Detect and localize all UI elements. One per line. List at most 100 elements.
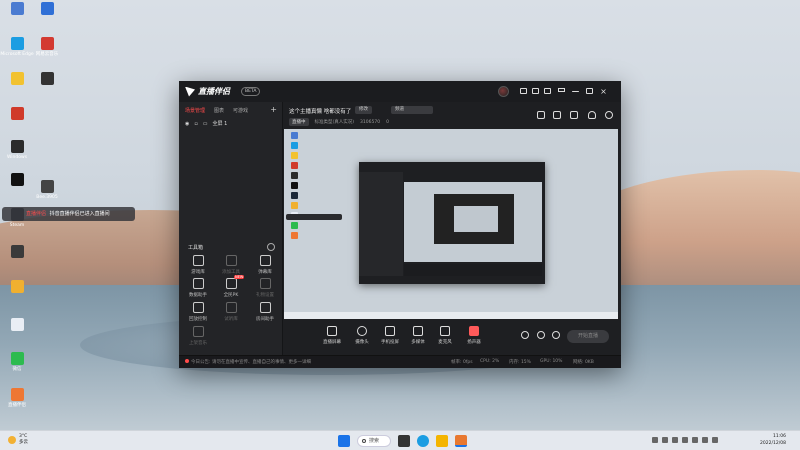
settings-icon[interactable] (543, 87, 552, 96)
system-tray[interactable] (652, 437, 718, 443)
desktop-icon[interactable] (0, 2, 34, 17)
taskbar-clock[interactable]: 11:06 2022/12/08 (760, 433, 786, 447)
camera-icon (357, 326, 367, 336)
minimize-icon[interactable] (571, 87, 580, 96)
announcement[interactable]: 今日公告: 请勿在直播中宣传、直播自己的事情、更多一详细 (185, 359, 311, 365)
control-mic-button[interactable]: 麦克风 (430, 326, 460, 345)
start-icon[interactable] (338, 435, 350, 447)
stream-title[interactable]: 这个主播真懒 啥都没有了 (289, 107, 351, 115)
user-avatar[interactable] (498, 86, 509, 97)
tool-label: 数据助手 (189, 293, 207, 298)
control-camera-button[interactable]: 摄像头 (347, 326, 377, 345)
status-bar: 今日公告: 请勿在直播中宣传、直播自己的事情、更多一详细 帧率: 0fps CPU… (179, 355, 621, 368)
control-label: 摄像头 (355, 340, 369, 345)
effects-icon[interactable] (535, 331, 547, 342)
likes-count: 0 (386, 119, 389, 125)
tool-item[interactable]: 试听库 (215, 302, 247, 322)
maximize-icon[interactable] (585, 87, 594, 96)
status-stat: 网络: 0KB (573, 360, 594, 365)
status-stat: 帧率: 0fps (451, 360, 473, 365)
weather-desc: 多云 (19, 440, 28, 445)
desktop-icon[interactable]: 网易云音乐 (30, 37, 64, 57)
preview-notification (286, 214, 342, 220)
lock-icon[interactable]: ▫ (194, 121, 197, 127)
taskbar-search[interactable]: 搜索 (357, 435, 391, 447)
tool-label: 房间助手 (256, 317, 274, 322)
desktop-notification[interactable]: 直播伴侣 抖音直播伴侣已进入直播间 (2, 207, 135, 221)
desktop-icon[interactable]: 微信 (0, 352, 34, 372)
desktop-icon[interactable]: Microsoft Edge (0, 37, 34, 57)
task-view-icon[interactable] (398, 435, 410, 447)
toolbox-toggle-icon[interactable] (267, 243, 275, 251)
desktop-icon[interactable]: Windows (0, 140, 34, 160)
scene-item[interactable]: ◉ ▫ ▭ 全屏 1 (185, 120, 227, 128)
tool-item[interactable]: 添加工具 (215, 255, 247, 275)
tool-icon (192, 302, 204, 313)
desktop-app-icon (10, 140, 24, 153)
share-icon[interactable] (605, 111, 613, 119)
eye-icon[interactable]: ◉ (185, 121, 189, 127)
logo-mark-icon (185, 86, 195, 97)
desktop-icon[interactable]: 直播伴侣 (0, 388, 34, 408)
weather-widget[interactable]: 3°C 多云 (8, 434, 28, 446)
tool-item[interactable]: NEW 全民PK (215, 275, 247, 298)
desktop-icon[interactable] (0, 318, 34, 333)
desktop-icon[interactable] (0, 245, 34, 260)
control-label: 扬声器 (467, 340, 481, 345)
control-speaker-button[interactable]: 扬声器 (459, 326, 489, 345)
chest-icon[interactable] (553, 111, 561, 119)
control-media-button[interactable]: 多媒体 (403, 326, 433, 345)
tool-item[interactable]: 回放控制 (182, 302, 214, 322)
gear-icon[interactable] (550, 331, 562, 342)
tool-item[interactable]: 上架音乐 (182, 326, 214, 346)
desktop-icon-label: 直播伴侣 (8, 403, 26, 408)
desktop-icon[interactable] (0, 72, 34, 87)
preview-desktop-icons (287, 132, 301, 242)
desktop-icon[interactable] (30, 2, 64, 17)
control-phone-button[interactable]: 手机投屏 (375, 326, 405, 345)
desktop-icon-label: Bee.3905 (36, 195, 58, 200)
tool-icon (225, 255, 237, 266)
file-explorer-icon[interactable] (436, 435, 448, 447)
desktop-app-icon (10, 352, 24, 365)
control-screen-button[interactable]: 直播屏幕 (317, 326, 347, 345)
lock-icon[interactable] (570, 111, 578, 119)
bell-icon[interactable] (588, 111, 596, 119)
tool-label: 礼物设置 (256, 293, 274, 298)
message-icon[interactable] (519, 87, 528, 96)
screen-icon: ▭ (202, 120, 208, 127)
close-icon[interactable]: × (599, 87, 608, 96)
category-pill[interactable]: 直播中 (289, 118, 309, 126)
tab-charts[interactable]: 图表 (214, 107, 224, 114)
desktop-icon[interactable] (0, 280, 34, 295)
tool-item[interactable]: 弹幕库 (249, 255, 281, 275)
edge-icon[interactable] (417, 435, 429, 447)
start-live-button[interactable]: 开始直播 (567, 330, 609, 343)
tab-games[interactable]: 可游戏 (233, 107, 248, 114)
add-scene-button[interactable]: + (270, 105, 277, 114)
menu-icon[interactable] (557, 87, 566, 96)
desktop-icon[interactable] (0, 173, 34, 188)
live-preview[interactable] (284, 129, 618, 319)
tool-item[interactable]: 礼物设置 (249, 278, 281, 298)
tray-wechat-icon (672, 437, 678, 443)
tool-icon (259, 255, 271, 266)
tool-item[interactable]: 房间助手 (249, 302, 281, 322)
tool-item[interactable]: 数据助手 (182, 278, 214, 298)
gift-icon[interactable] (531, 87, 540, 96)
tab-scenes[interactable]: 场景管理 (185, 107, 205, 114)
channel-chip[interactable]: 频道 (391, 106, 433, 114)
desktop-icon[interactable] (30, 72, 64, 87)
desktop-icon[interactable]: Bee.3905 (30, 180, 64, 200)
title-bar: 直播伴侣 BETA × (179, 81, 621, 102)
desktop-icon[interactable] (0, 107, 34, 122)
tool-item[interactable]: 游戏库 (182, 255, 214, 275)
record-icon[interactable] (519, 331, 531, 342)
desktop-app-icon (10, 37, 24, 50)
edit-title-chip[interactable]: 修改 (355, 106, 372, 114)
announcement-icon (185, 359, 189, 363)
tool-icon (225, 278, 237, 289)
live-assistant-icon[interactable] (455, 435, 467, 447)
beta-badge[interactable]: BETA (241, 87, 261, 96)
gift-box-icon[interactable] (537, 111, 545, 119)
